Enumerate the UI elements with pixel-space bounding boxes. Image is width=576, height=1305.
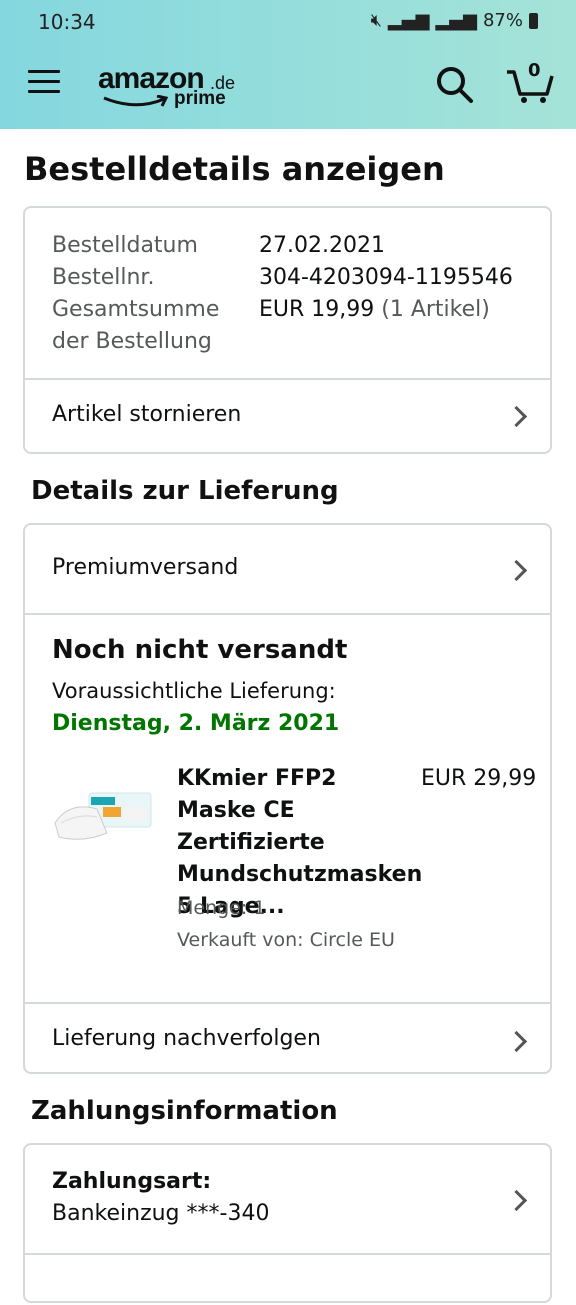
order-total-label: Gesamtsumme [52,297,220,322]
mute-icon: 🔇︎ [370,10,382,31]
status-icons: 🔇︎ ▂▄▆ ▂▄▆ 87% [371,10,538,31]
payment-next-row[interactable] [25,1253,550,1305]
product-price: EUR 29,99 [421,766,537,791]
cancel-items-row[interactable]: Artikel stornieren [25,378,550,454]
delivery-card: Premiumversand Noch nicht versandt Vorau… [23,523,552,1074]
amazon-prime-logo[interactable]: amazon .de prime [98,62,248,112]
payment-method-row[interactable]: Zahlungsart: Bankeinzug ***-340 [25,1145,550,1253]
chevron-right-icon [505,1189,528,1212]
order-info: Bestelldatum 27.02.2021 Bestellnr. 304-4… [25,208,550,378]
search-icon[interactable] [434,64,474,104]
shipping-method-row[interactable]: Premiumversand [25,525,550,613]
order-date-label: Bestelldatum [52,233,198,258]
chevron-right-icon [505,1030,528,1053]
order-total-value: EUR 19,99 (1 Artikel) [259,294,490,326]
cancel-items-label: Artikel stornieren [52,402,242,427]
payment-card: Zahlungsart: Bankeinzug ***-340 [23,1143,552,1303]
status-bar: 10:34 🔇︎ ▂▄▆ ▂▄▆ 87% [0,0,576,40]
payment-method-label: Zahlungsart: [52,1169,212,1194]
cart-button[interactable]: 0 [505,60,555,104]
app-header: amazon .de prime 0 [0,40,576,129]
logo-prime-text: prime [174,88,226,109]
smile-arrow-icon [103,95,169,107]
order-item-count: (1 Artikel) [381,297,490,322]
track-delivery-row[interactable]: Lieferung nachverfolgen [25,1002,550,1076]
order-number-value: 304-4203094-1195546 [259,265,513,290]
status-time: 10:34 [38,10,96,34]
shipment-status: Noch nicht versandt [52,635,348,665]
order-date-value: 27.02.2021 [259,233,385,258]
order-number-label: Bestellnr. [52,265,155,290]
page-title: Bestelldetails anzeigen [24,150,445,188]
expected-delivery-label: Voraussichtliche Lieferung: [52,679,336,703]
shipping-method-label: Premiumversand [52,555,239,580]
order-total-label-line2: der Bestellung [52,329,212,354]
signal-icon: ▂▄▆ [387,10,430,31]
menu-icon[interactable] [28,70,60,98]
order-total-amount: EUR 19,99 [259,297,375,322]
cart-count: 0 [528,60,541,81]
product-quantity: Menge: 1 [177,897,266,919]
chevron-right-icon [505,559,528,582]
battery-percent: 87% [482,10,523,31]
payment-section-title: Zahlungsinformation [31,1096,338,1126]
expected-delivery-date: Dienstag, 2. März 2021 [52,711,340,736]
chevron-right-icon [505,405,528,428]
order-summary-card: Bestelldatum 27.02.2021 Bestellnr. 304-4… [23,206,552,454]
product-image[interactable] [51,783,153,855]
delivery-section-title: Details zur Lieferung [31,476,339,506]
payment-method-value: Bankeinzug ***-340 [52,1201,270,1226]
track-delivery-label: Lieferung nachverfolgen [52,1026,321,1051]
shipment-details: Noch nicht versandt Voraussichtliche Lie… [25,613,550,1002]
signal-icon-2: ▂▄▆ [435,10,477,31]
product-seller: Verkauft von: Circle EU [177,929,395,951]
battery-icon [529,12,538,29]
